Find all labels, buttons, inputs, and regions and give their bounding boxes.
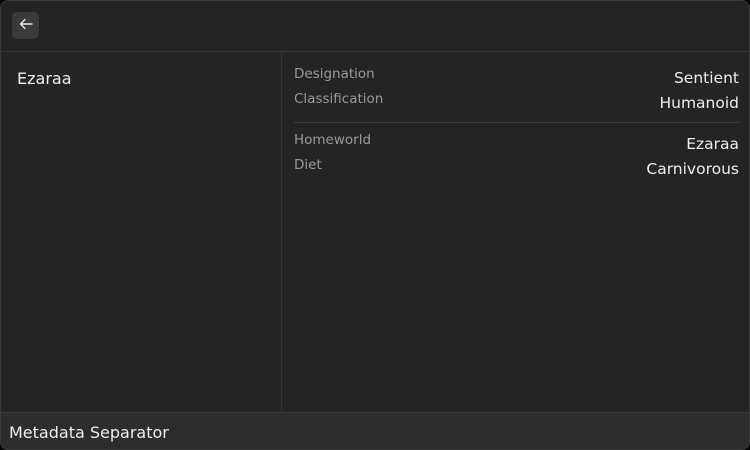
detail-label: Homeworld [294, 132, 372, 148]
back-button[interactable] [12, 12, 39, 39]
detail-label: Designation [294, 66, 375, 82]
detail-label: Diet [294, 157, 322, 173]
detail-row-classification: Classification Humanoid [294, 91, 739, 116]
detail-row-diet: Diet Carnivorous [294, 157, 739, 182]
group-divider [294, 122, 739, 123]
detail-value: Humanoid [659, 94, 739, 112]
detail-row-designation: Designation Sentient [294, 66, 739, 91]
sidebar-item-ezaraa[interactable]: Ezaraa [17, 69, 72, 88]
footer-label: Metadata Separator [9, 423, 169, 442]
detail-value: Ezaraa [686, 135, 739, 153]
footer-bar: Metadata Separator [1, 412, 749, 449]
arrow-left-icon [18, 16, 34, 36]
details-panel: Designation Sentient Classification Huma… [282, 52, 749, 412]
detail-label: Classification [294, 91, 384, 107]
app-window: Ezaraa Designation Sentient Classificati… [0, 0, 750, 450]
detail-value: Sentient [673, 69, 739, 87]
header-bar [1, 1, 749, 52]
sidebar: Ezaraa [1, 52, 282, 412]
detail-value: Carnivorous [646, 160, 739, 178]
detail-row-homeworld: Homeworld Ezaraa [294, 132, 739, 157]
